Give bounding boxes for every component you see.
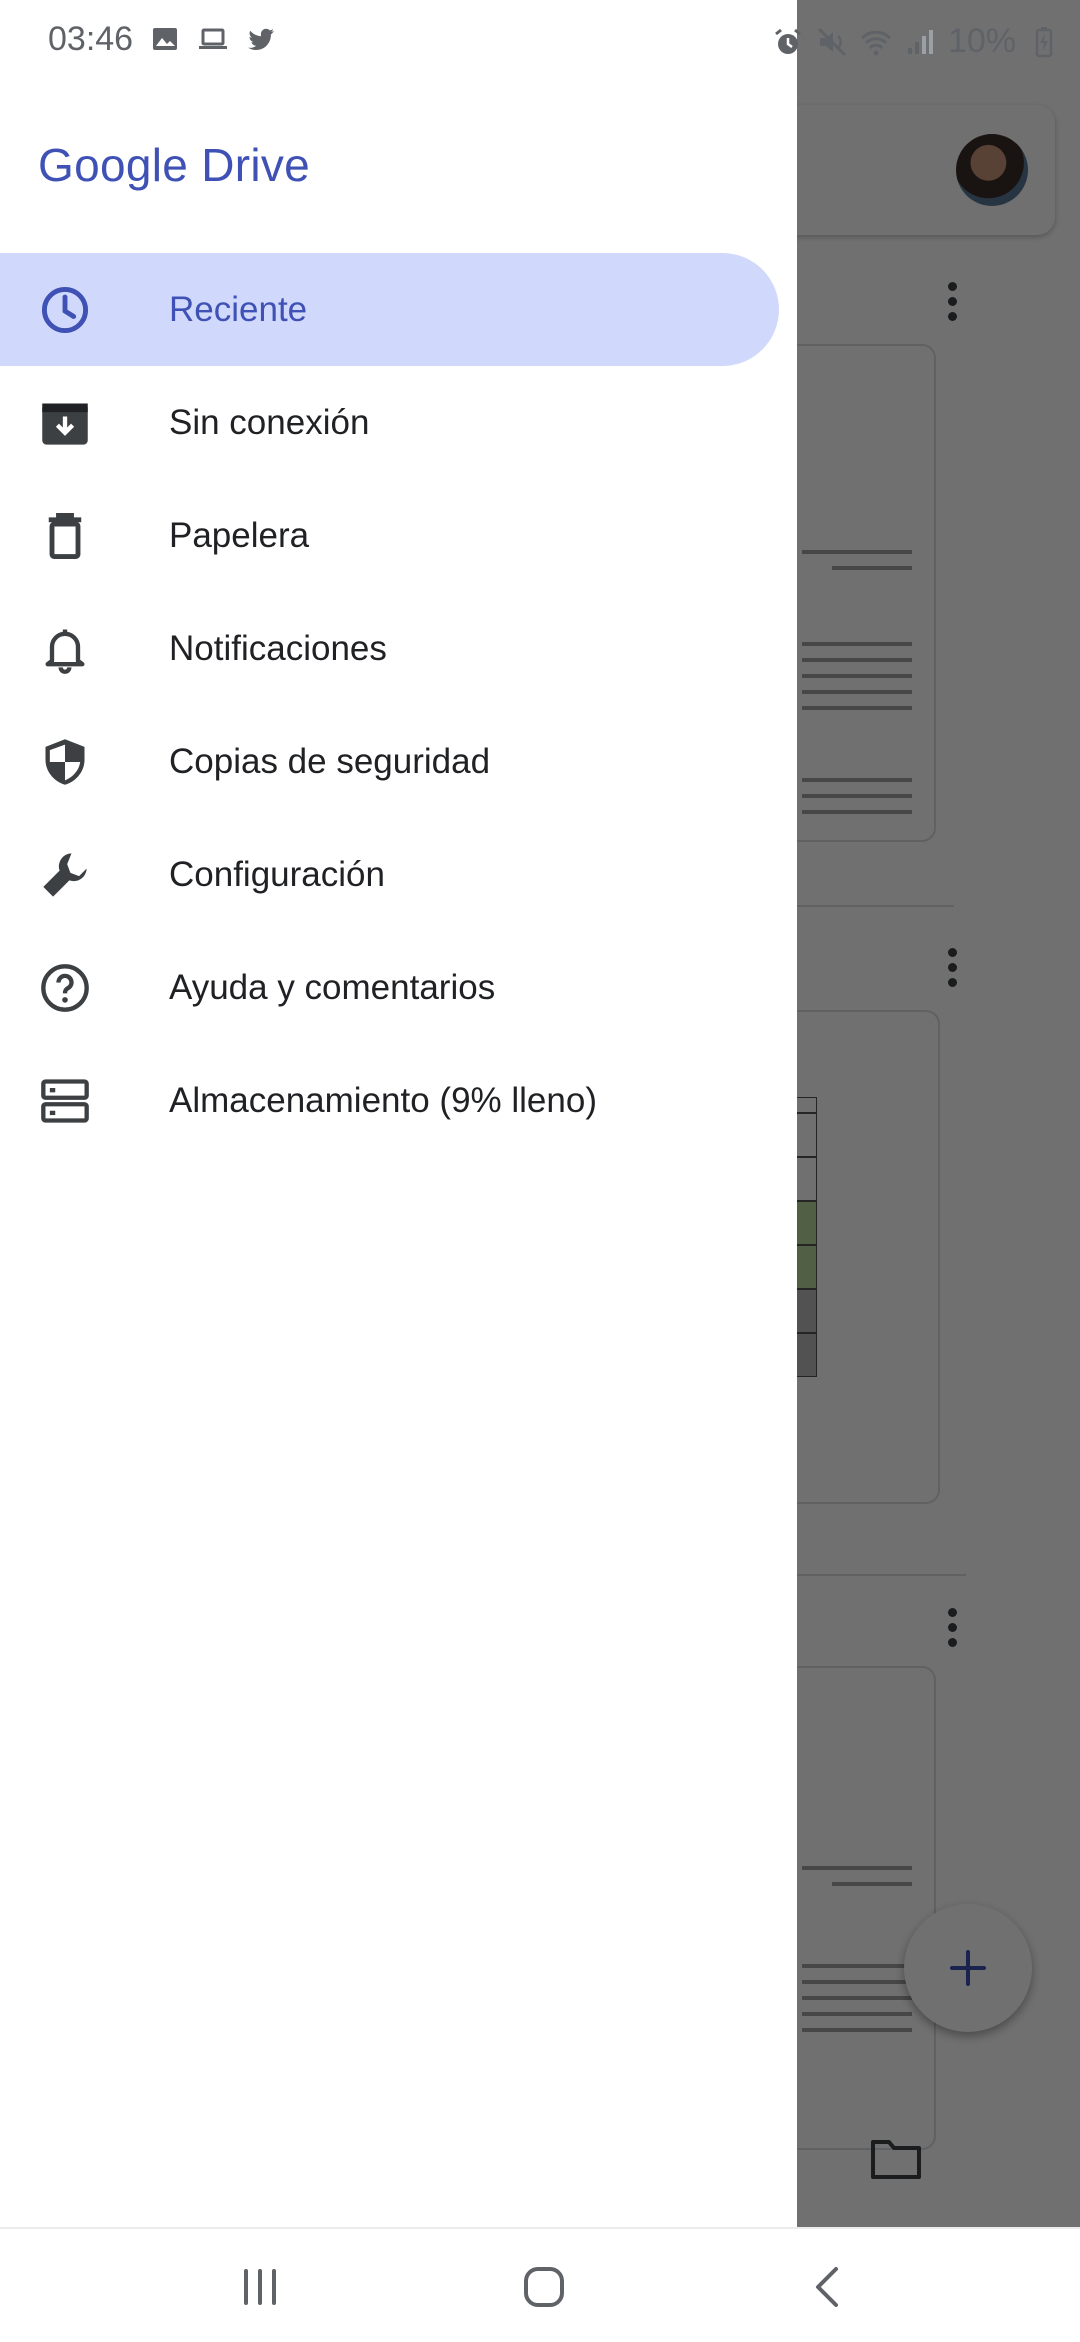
drawer-item-backups[interactable]: Copias de seguridad (0, 705, 797, 818)
drawer-item-recent[interactable]: Reciente (0, 253, 779, 366)
drawer-item-settings[interactable]: Configuración (0, 818, 797, 931)
status-time: 03:46 (48, 20, 134, 58)
trash-icon (36, 509, 94, 563)
wifi-icon (860, 30, 891, 55)
alarm-icon (775, 28, 801, 54)
battery-charging-icon (1035, 26, 1053, 57)
home-icon[interactable] (516, 2259, 572, 2315)
recent-apps-icon[interactable] (232, 2259, 288, 2315)
laptop-icon (199, 28, 227, 49)
drawer-item-label: Configuración (169, 854, 385, 894)
battery-percent: 10% (947, 22, 1016, 60)
drawer-menu: Reciente Sin conexión Papelera Notificac… (0, 253, 797, 1157)
twitter-icon (248, 28, 274, 50)
drawer-item-label: Reciente (169, 289, 308, 329)
drawer-item-storage[interactable]: Almacenamiento (9% lleno) (0, 1044, 797, 1157)
drawer-item-help[interactable]: Ayuda y comentarios (0, 931, 797, 1044)
status-bar: 03:46 (0, 0, 797, 82)
drawer-item-label: Notificaciones (169, 628, 387, 668)
drawer-item-offline[interactable]: Sin conexión (0, 366, 797, 479)
backup-shield-icon (36, 735, 94, 789)
offline-icon (36, 396, 94, 450)
drawer-item-label: Sin conexión (169, 402, 370, 442)
storage-icon (36, 1074, 94, 1128)
status-bar-right: 10% (775, 0, 1080, 82)
drawer-item-label: Almacenamiento (9% lleno) (169, 1080, 597, 1120)
signal-icon (907, 29, 933, 54)
help-icon (36, 961, 94, 1015)
drawer-item-label: Ayuda y comentarios (169, 967, 496, 1007)
system-nav-bar (0, 2227, 1080, 2342)
drawer-title: Google Drive (38, 139, 311, 191)
wrench-icon (36, 848, 94, 902)
clock-icon (36, 283, 94, 337)
image-icon (153, 28, 177, 50)
drawer-item-notifications[interactable]: Notificaciones (0, 592, 797, 705)
bell-icon (36, 622, 94, 676)
back-icon[interactable] (800, 2259, 856, 2315)
drawer-item-trash[interactable]: Papelera (0, 479, 797, 592)
drawer-item-label: Papelera (169, 515, 310, 555)
navigation-drawer: Google Drive Reciente Sin conexión Papel… (0, 82, 797, 2227)
drawer-item-label: Copias de seguridad (169, 741, 491, 781)
mute-icon (817, 27, 846, 56)
